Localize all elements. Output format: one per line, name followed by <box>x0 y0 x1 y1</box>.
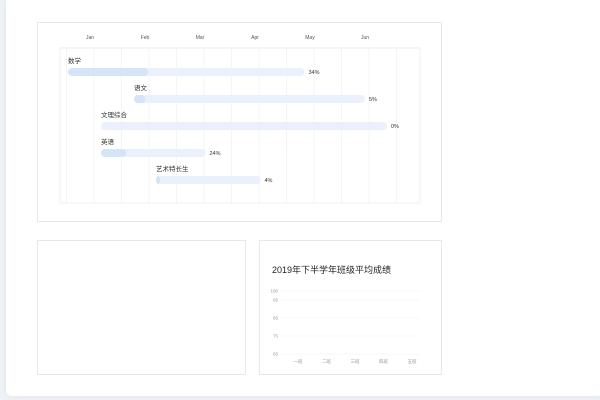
month-label: Mar <box>196 35 205 41</box>
x-tick-label: 五班 <box>408 358 417 365</box>
task-percent-label: 24% <box>210 151 221 157</box>
x-tick-label: 三班 <box>351 358 360 365</box>
month-label: Feb <box>141 35 150 41</box>
y-tick-label: 65 <box>273 352 279 357</box>
score-chart-panel: 2019年下半学年班级平均成绩 65 75 85 95 100 一班 二班 三班 四班 五班 <box>259 240 442 375</box>
month-label: Jun <box>361 35 369 41</box>
empty-panel <box>37 240 246 375</box>
x-tick-label: 二班 <box>322 358 331 365</box>
x-tick-label: 四班 <box>379 358 388 365</box>
task-percent-label: 4% <box>265 178 273 184</box>
task-bar[interactable] <box>134 95 365 103</box>
dashboard-canvas: Jan Feb Mar Apr May Jun 数学 34% 语文 5% 文理综合 0% 英语 24% 艺术… <box>6 0 600 396</box>
y-tick-label: 75 <box>273 334 279 339</box>
task-progress-fill <box>134 95 146 103</box>
task-percent-label: 0% <box>391 124 399 130</box>
score-chart: 65 75 85 95 100 一班 二班 三班 四班 五班 <box>270 289 420 365</box>
y-tick-label: 85 <box>273 316 279 321</box>
task-label: 数学 <box>68 56 82 65</box>
task-label: 艺术特长生 <box>156 164 189 173</box>
task-percent-label: 34% <box>309 70 320 76</box>
task-progress-fill <box>101 149 127 157</box>
month-label: May <box>305 35 315 41</box>
y-tick-label: 100 <box>270 289 278 294</box>
task-progress-fill <box>156 176 161 184</box>
task-bar[interactable] <box>101 122 387 130</box>
y-tick-label: 95 <box>273 298 279 303</box>
task-label: 英语 <box>101 137 115 146</box>
month-label: Apr <box>251 35 259 41</box>
task-label: 文理综合 <box>101 110 128 119</box>
task-bar[interactable] <box>156 176 261 184</box>
gantt-chart: Jan Feb Mar Apr May Jun 数学 34% 语文 5% 文理综合 0% 英语 24% 艺术… <box>59 35 421 204</box>
task-percent-label: 5% <box>369 97 377 103</box>
x-tick-label: 一班 <box>294 358 303 365</box>
month-label: Jan <box>86 35 94 41</box>
task-progress-fill <box>68 68 149 76</box>
gantt-chart-panel: Jan Feb Mar Apr May Jun 数学 34% 语文 5% 文理综合 0% 英语 24% 艺术… <box>37 22 442 222</box>
task-label: 语文 <box>134 83 148 92</box>
